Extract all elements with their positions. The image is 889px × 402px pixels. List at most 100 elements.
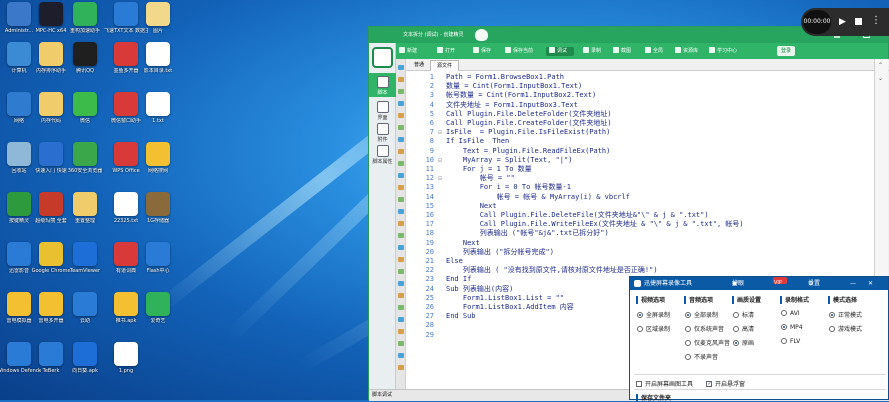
command-icon[interactable]: [398, 341, 404, 346]
radio-option[interactable]: 全部录制: [685, 310, 718, 319]
fold-marker[interactable]: [436, 110, 444, 119]
command-icon[interactable]: [398, 317, 404, 322]
desktop-icon[interactable]: 云助: [63, 292, 107, 324]
code-line[interactable]: 列表输出 ("拆分帐号完成"): [446, 248, 744, 257]
desktop-icon[interactable]: 影本目录.txt: [136, 42, 180, 74]
draw-tool-checkbox[interactable]: 开启屏幕画图工具: [636, 379, 693, 388]
desktop-icon[interactable]: 1G存储器: [136, 192, 180, 224]
fold-marker[interactable]: [436, 202, 444, 211]
fold-marker[interactable]: [436, 285, 444, 294]
radio-option[interactable]: 标清: [733, 310, 754, 319]
radio-option[interactable]: 仅麦克风声音: [685, 338, 730, 347]
code-line[interactable]: 列表输出 ("帐号"&j&".txt已拆分好"): [446, 229, 744, 238]
tab-normal[interactable]: 普通: [408, 60, 430, 71]
code-line[interactable]: If IsFile Then: [446, 137, 744, 146]
code-line[interactable]: For i = 0 To 帐号数量-1: [446, 183, 744, 192]
fold-marker[interactable]: [436, 193, 444, 202]
fold-marker[interactable]: [436, 239, 444, 248]
command-icon[interactable]: [398, 101, 404, 106]
command-icon[interactable]: [398, 113, 404, 118]
desktop-icon[interactable]: 1.png: [104, 342, 148, 374]
fold-marker[interactable]: [436, 165, 444, 174]
stop-icon[interactable]: [855, 18, 862, 25]
nav-script-properties[interactable]: 脚本属性: [369, 145, 396, 165]
code-line[interactable]: 帐号 = 帐号 & MyArray(i) & vbcrlf: [446, 193, 744, 202]
fold-marker[interactable]: [436, 183, 444, 192]
fold-marker[interactable]: [436, 275, 444, 284]
command-icon[interactable]: [398, 161, 404, 166]
command-icon[interactable]: [398, 173, 404, 178]
fold-marker[interactable]: [436, 137, 444, 146]
radio-option[interactable]: MP4: [781, 324, 803, 331]
command-icon[interactable]: [398, 353, 404, 358]
fold-marker[interactable]: [436, 266, 444, 275]
code-line[interactable]: Text = Plugin.File.ReadFileEx(Path): [446, 147, 744, 156]
command-icon[interactable]: [398, 197, 404, 202]
code-line[interactable]: Else: [446, 257, 744, 266]
close-button[interactable]: ✕: [868, 277, 873, 290]
command-icon[interactable]: [398, 305, 404, 310]
command-icon[interactable]: [398, 209, 404, 214]
fold-marker[interactable]: [436, 101, 444, 110]
code-line[interactable]: 列表输出 ( "没有找到原文件,请核对原文件地址是否正确!"): [446, 266, 744, 275]
minimize-button[interactable]: —: [850, 277, 856, 290]
desktop-icon[interactable]: 重置整理: [63, 192, 107, 224]
code-line[interactable]: Path = Form1.BrowseBox1.Path: [446, 73, 744, 82]
desktop-icon[interactable]: 网络搜网: [136, 142, 180, 174]
command-icon[interactable]: [398, 245, 404, 250]
desktop-icon[interactable]: 图片: [136, 2, 180, 34]
command-icon[interactable]: [398, 281, 404, 286]
desktop-icon[interactable]: 微信: [63, 92, 107, 124]
fold-marker[interactable]: [436, 211, 444, 220]
record-button[interactable]: 录制: [583, 43, 601, 59]
fold-marker[interactable]: [436, 257, 444, 266]
command-icon[interactable]: [398, 269, 404, 274]
fold-marker[interactable]: [436, 82, 444, 91]
code-line[interactable]: Call Plugin.File.CreateFolder(文件夹地址): [446, 119, 744, 128]
code-line[interactable]: IsFile = Plugin.File.IsFileExist(Path): [446, 128, 744, 137]
nav-script[interactable]: 脚本: [369, 73, 396, 97]
command-icon[interactable]: [398, 125, 404, 130]
desktop-icon[interactable]: Flash中心: [136, 242, 180, 274]
new-button[interactable]: 新建: [399, 43, 417, 59]
radio-option[interactable]: 全屏录制: [637, 310, 670, 319]
command-icon[interactable]: [398, 257, 404, 262]
code-line[interactable]: 文件夹地址 = Form1.InputBox3.Text: [446, 101, 744, 110]
command-icon[interactable]: [398, 233, 404, 238]
code-line[interactable]: Call Plugin.File.DeleteFile(文件夹地址&"\" & …: [446, 211, 744, 220]
desktop-icon[interactable]: 重构加速助手: [63, 2, 107, 34]
desktop-icon[interactable]: 1.txt: [136, 92, 180, 124]
desktop-icon[interactable]: 腾讯QQ: [63, 42, 107, 74]
fold-marker[interactable]: [436, 248, 444, 257]
login-button[interactable]: 登录: [777, 46, 796, 56]
tab-source[interactable]: 源文件: [430, 60, 460, 71]
save-current-button[interactable]: 保存当前: [505, 43, 533, 59]
fold-marker[interactable]: [436, 73, 444, 82]
desktop-icon[interactable]: 360安全浏览器: [63, 142, 107, 174]
desktop-icon[interactable]: 爱奇艺: [136, 292, 180, 324]
fold-marker[interactable]: [436, 91, 444, 100]
radio-option[interactable]: FLV: [781, 338, 800, 345]
fold-marker[interactable]: [436, 312, 444, 321]
radio-option[interactable]: 不录声音: [685, 352, 718, 361]
panel-arrow-icon[interactable]: ⌄: [878, 75, 883, 82]
command-icon[interactable]: [398, 65, 404, 70]
code-line[interactable]: MyArray = Split(Text, "|"): [446, 156, 744, 165]
radio-option[interactable]: 正常模式: [829, 310, 862, 319]
debug-button[interactable]: 调试: [549, 43, 567, 59]
fold-marker[interactable]: ⊟: [436, 174, 444, 183]
learning-center-button[interactable]: 学习中心: [709, 43, 737, 59]
desktop-icon[interactable]: 向日葵.apk: [63, 342, 107, 374]
fold-marker[interactable]: [436, 321, 444, 330]
play-icon[interactable]: ▶: [839, 16, 846, 28]
panel-arrow-icon[interactable]: ⌃: [878, 62, 883, 69]
screenshot-button[interactable]: 截图: [613, 43, 631, 59]
fold-marker[interactable]: [436, 220, 444, 229]
radio-option[interactable]: 区域录制: [637, 324, 670, 333]
save-button[interactable]: 保存: [473, 43, 491, 59]
radio-option[interactable]: 高清: [733, 324, 754, 333]
command-icon[interactable]: [398, 185, 404, 190]
fold-marker[interactable]: [436, 303, 444, 312]
command-icon[interactable]: [398, 221, 404, 226]
nav-attachment[interactable]: 附件: [369, 123, 396, 143]
